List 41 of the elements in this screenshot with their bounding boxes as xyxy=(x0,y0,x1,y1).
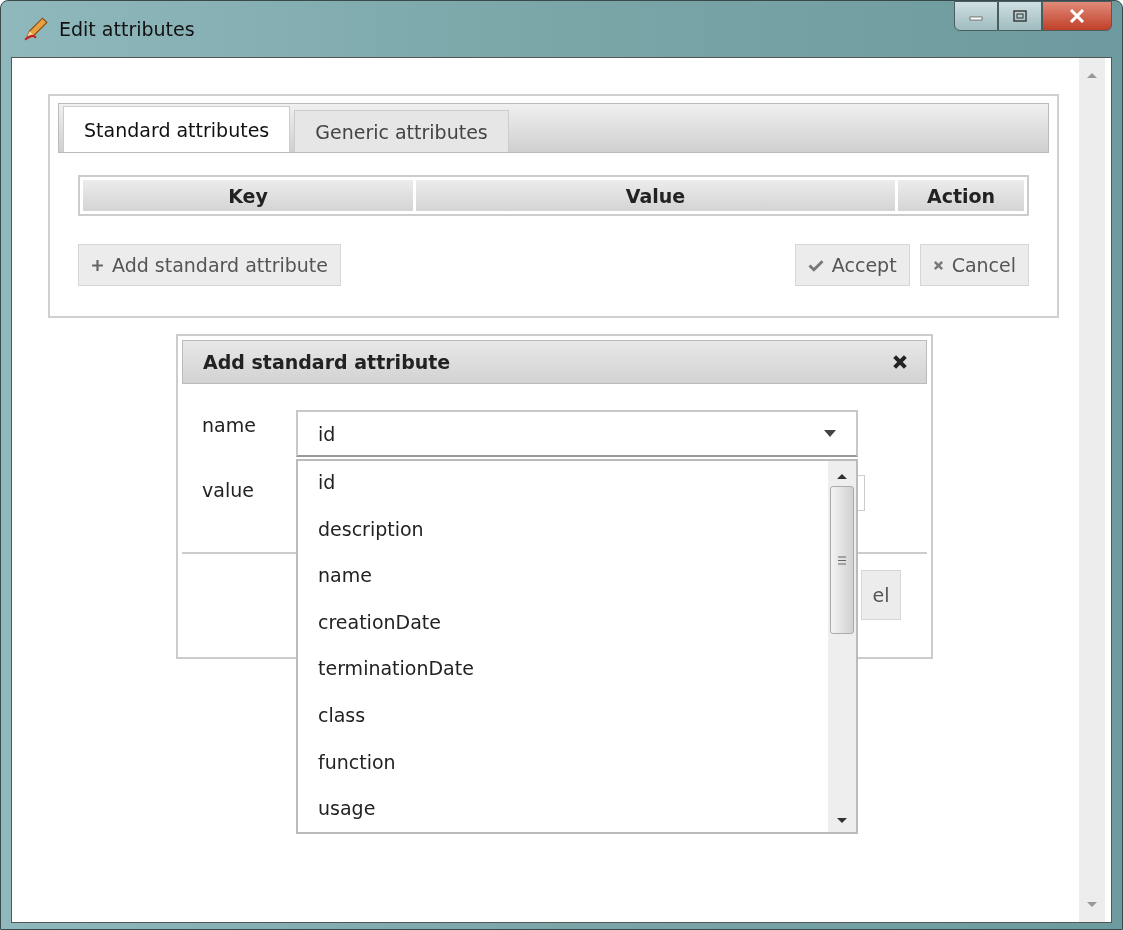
pencil-icon xyxy=(23,16,49,42)
scroll-up-icon xyxy=(1086,72,1098,79)
close-icon[interactable] xyxy=(892,354,908,370)
close-icon xyxy=(1068,9,1086,23)
maximize-button[interactable] xyxy=(998,1,1042,31)
column-header: Value xyxy=(416,180,895,211)
add-button[interactable]: Add standard attribute xyxy=(78,244,341,286)
caret-icon xyxy=(824,430,836,437)
dropdown-option[interactable]: terminationDate xyxy=(318,657,828,704)
maximize-icon xyxy=(1012,9,1028,23)
minimize-button[interactable] xyxy=(954,1,998,31)
grip-icon xyxy=(837,555,847,565)
dropdown-option[interactable]: name xyxy=(318,564,828,611)
dropdown-option[interactable]: description xyxy=(318,517,828,565)
scroll-up-icon xyxy=(836,473,848,480)
dropdown-option[interactable]: id xyxy=(318,471,828,518)
dialog-title: Add standard attribute xyxy=(203,351,451,373)
dialog-button[interactable]: el xyxy=(861,570,901,620)
dropdown-option[interactable]: class xyxy=(318,703,828,751)
checkmark-icon xyxy=(807,258,824,272)
cancel-button[interactable]: Cancel xyxy=(919,244,1029,286)
cross-icon xyxy=(932,259,944,271)
tab[interactable]: Generic attributes xyxy=(294,110,509,152)
field-label: name xyxy=(202,413,257,438)
scrollbar[interactable] xyxy=(1079,58,1105,922)
scroll-down-icon xyxy=(836,817,848,824)
tab[interactable]: Standard attributes xyxy=(63,106,291,152)
dropdown-option[interactable]: function xyxy=(318,750,828,798)
scroll-thumb[interactable] xyxy=(830,486,854,634)
dropdown-option[interactable]: usage xyxy=(318,797,828,844)
window-title: Edit attributes xyxy=(59,18,195,40)
column-header: Action xyxy=(898,180,1024,211)
plus-icon xyxy=(91,258,104,272)
column-header: Key xyxy=(83,180,413,211)
close-button[interactable] xyxy=(1042,1,1112,31)
scrollbar[interactable] xyxy=(828,461,856,832)
scroll-down-icon xyxy=(1086,901,1098,908)
name-select[interactable]: id xyxy=(296,410,858,457)
field-label: value xyxy=(202,478,255,503)
accept-button[interactable]: Accept xyxy=(794,244,910,286)
dropdown-option[interactable]: creationDate xyxy=(318,610,828,658)
